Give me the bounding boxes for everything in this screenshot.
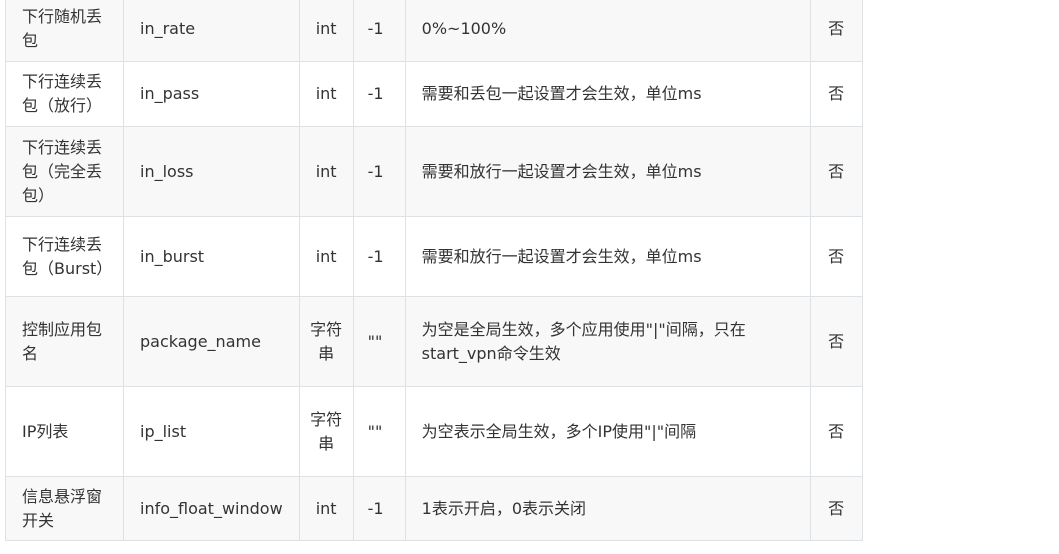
param-required-cell: 否 bbox=[809, 476, 863, 541]
param-default-cell: "" bbox=[352, 296, 406, 387]
param-name-cell: 下行连续丢包（放行） bbox=[5, 61, 124, 127]
param-type-cell: 字符串 bbox=[298, 386, 354, 477]
param-desc-cell: 需要和放行一起设置才会生效，单位ms bbox=[404, 216, 811, 297]
param-required-cell: 否 bbox=[809, 61, 863, 127]
param-name-cell: 下行连续丢包（Burst） bbox=[5, 216, 124, 297]
param-required-cell: 否 bbox=[809, 296, 863, 387]
param-name-text: 下行连续丢包（Burst） bbox=[22, 234, 107, 278]
param-default-cell: -1 bbox=[352, 61, 406, 127]
param-desc-cell: 1表示开启，0表示关闭 bbox=[404, 476, 811, 541]
param-type-cell: int bbox=[298, 476, 354, 541]
param-default-cell: -1 bbox=[352, 216, 406, 297]
param-key-cell: in_pass bbox=[123, 61, 300, 127]
param-desc-cell: 需要和丢包一起设置才会生效，单位ms bbox=[404, 61, 811, 127]
table-row: 下行随机丢包 in_rate int -1 0%~100% 否 bbox=[5, 0, 863, 62]
param-key-cell: ip_list bbox=[123, 386, 300, 477]
table-row: 下行连续丢包（放行） in_pass int -1 需要和丢包一起设置才会生效，… bbox=[5, 61, 863, 127]
param-required-cell: 否 bbox=[809, 386, 863, 477]
param-key-cell: package_name bbox=[123, 296, 300, 387]
param-name-cell: 控制应用包名 bbox=[5, 296, 124, 387]
table-row: 信息悬浮窗开关 info_float_window int -1 1表示开启，0… bbox=[5, 476, 863, 541]
param-key-cell: in_loss bbox=[123, 126, 300, 217]
table-row: 下行连续丢包（Burst） in_burst int -1 需要和放行一起设置才… bbox=[5, 216, 863, 297]
param-desc-cell: 为空表示全局生效，多个IP使用"|"间隔 bbox=[404, 386, 811, 477]
param-type-cell: 字符串 bbox=[298, 296, 354, 387]
param-default-cell: -1 bbox=[352, 0, 406, 62]
param-name-cell: 信息悬浮窗开关 bbox=[5, 476, 124, 541]
param-type-cell: int bbox=[298, 61, 354, 127]
param-key-cell: info_float_window bbox=[123, 476, 300, 541]
param-name-cell: IP列表 bbox=[5, 386, 124, 477]
params-table: 下行随机丢包 in_rate int -1 0%~100% 否 下行连续丢包（放… bbox=[5, 0, 863, 541]
param-desc-cell: 0%~100% bbox=[404, 0, 811, 62]
table-row: IP列表 ip_list 字符串 "" 为空表示全局生效，多个IP使用"|"间隔… bbox=[5, 386, 863, 477]
param-default-cell: -1 bbox=[352, 126, 406, 217]
param-type-cell: int bbox=[298, 216, 354, 297]
param-default-cell: -1 bbox=[352, 476, 406, 541]
param-type-cell: int bbox=[298, 126, 354, 217]
table-row: 下行连续丢包（完全丢包） in_loss int -1 需要和放行一起设置才会生… bbox=[5, 126, 863, 217]
param-desc-cell: 为空是全局生效，多个应用使用"|"间隔，只在start_vpn命令生效 bbox=[404, 296, 811, 387]
param-desc-cell: 需要和放行一起设置才会生效，单位ms bbox=[404, 126, 811, 217]
param-type-cell: int bbox=[298, 0, 354, 62]
param-default-cell: "" bbox=[352, 386, 406, 477]
param-key-cell: in_burst bbox=[123, 216, 300, 297]
param-key-cell: in_rate bbox=[123, 0, 300, 62]
param-required-cell: 否 bbox=[809, 0, 863, 62]
param-name-cell: 下行连续丢包（完全丢包） bbox=[5, 126, 124, 217]
params-table-wrapper: 下行随机丢包 in_rate int -1 0%~100% 否 下行连续丢包（放… bbox=[5, 0, 863, 541]
table-row: 控制应用包名 package_name 字符串 "" 为空是全局生效，多个应用使… bbox=[5, 296, 863, 387]
param-required-cell: 否 bbox=[809, 216, 863, 297]
param-name-cell: 下行随机丢包 bbox=[5, 0, 124, 62]
param-required-cell: 否 bbox=[809, 126, 863, 217]
